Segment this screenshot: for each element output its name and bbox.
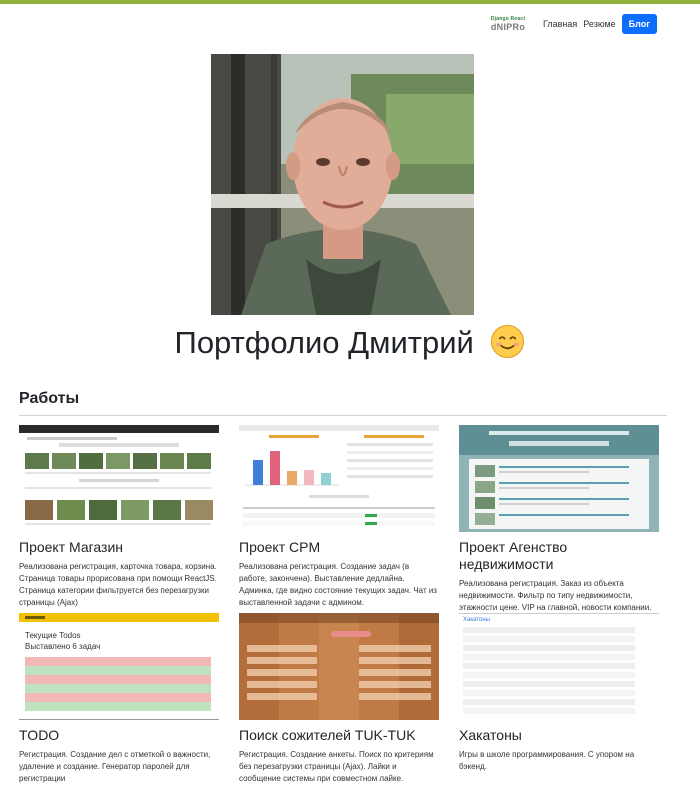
project-thumbnail-hackathons[interactable]: Хакатоны <box>459 613 659 720</box>
project-description: Реализована регистрация, карточка товара… <box>19 562 217 607</box>
project-description: Регистрация. Создание дел с отметкой о в… <box>19 750 211 783</box>
todo-thumb-heading: Текущие Todos <box>25 631 81 640</box>
project-description: Регистрация. Создание анкеты. Поиск по к… <box>239 750 434 783</box>
project-title[interactable]: TODO <box>19 727 219 744</box>
project-title[interactable]: Поиск сожителей TUK-TUK <box>239 727 439 744</box>
project-card-hackathons[interactable]: Хакатоны Хакатоны Игры в школе программи… <box>459 613 659 773</box>
project-title[interactable]: Проект Магазин <box>19 539 219 556</box>
project-title[interactable]: Проект Агенство недвижимости <box>459 539 659 573</box>
top-accent-bar <box>0 0 700 4</box>
project-description: Реализована регистрация. Создание задач … <box>239 562 437 607</box>
todo-thumb-count: Выставлено 6 задач <box>25 642 100 651</box>
page-title-text: Портфолио Дмитрий <box>174 325 474 360</box>
profile-photo <box>211 54 474 315</box>
project-thumbnail-real-estate[interactable] <box>459 425 659 532</box>
project-card-real-estate[interactable]: Проект Агенство недвижимости Реализована… <box>459 425 659 614</box>
nav-link-home[interactable]: Главная <box>543 19 577 29</box>
navbar: Django React dNIPRo Главная Резюме Блог <box>489 12 657 36</box>
project-card-shop[interactable]: Проект Магазин Реализована регистрация, … <box>19 425 219 609</box>
project-thumbnail-shop[interactable] <box>19 425 219 532</box>
nav-link-resume[interactable]: Резюме <box>583 19 615 29</box>
project-title[interactable]: Хакатоны <box>459 727 659 744</box>
project-description: Игры в школе программирования. С упором … <box>459 750 635 771</box>
project-thumbnail-tuk-tuk[interactable] <box>239 613 439 720</box>
project-description: Реализована регистрация. Заказ из объект… <box>459 579 652 612</box>
project-card-tuk-tuk[interactable]: Поиск сожителей TUK-TUK Регистрация. Соз… <box>239 613 439 785</box>
brand-name: dNIPRo <box>490 21 526 32</box>
smiling-face-icon <box>491 325 525 359</box>
project-card-todo[interactable]: Текущие Todos Выставлено 6 задач TODO Ре… <box>19 613 219 785</box>
section-divider <box>19 415 667 416</box>
hackathons-thumb-title: Хакатоны <box>463 617 490 623</box>
project-card-cpm[interactable]: Проект CPM Реализована регистрация. Созд… <box>239 425 439 609</box>
project-thumbnail-cpm[interactable] <box>239 425 439 532</box>
nav-button-blog[interactable]: Блог <box>621 14 657 34</box>
brand-logo[interactable]: Django React dNIPRo <box>489 12 527 36</box>
page-title: Портфолио Дмитрий <box>0 322 700 364</box>
section-heading-works: Работы <box>19 390 80 407</box>
project-thumbnail-todo[interactable]: Текущие Todos Выставлено 6 задач <box>19 613 219 720</box>
project-title[interactable]: Проект CPM <box>239 539 439 556</box>
